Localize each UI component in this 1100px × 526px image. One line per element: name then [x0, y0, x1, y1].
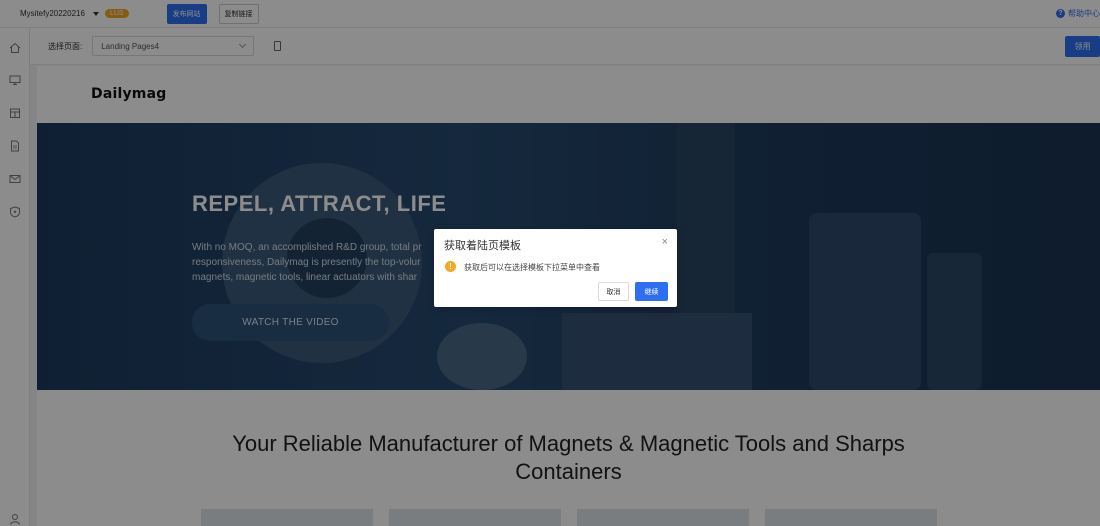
- close-icon[interactable]: ×: [662, 237, 668, 248]
- continue-button[interactable]: 继续: [635, 282, 668, 301]
- dialog-title: 获取着陆页模板: [444, 240, 521, 252]
- get-template-dialog: 获取着陆页模板 × ! 获取后可以在选择模板下拉菜单中查看 取消 继续: [434, 229, 677, 307]
- warning-icon: !: [445, 261, 456, 272]
- dialog-message: 获取后可以在选择模板下拉菜单中查看: [464, 263, 600, 272]
- cancel-button[interactable]: 取消: [598, 282, 629, 301]
